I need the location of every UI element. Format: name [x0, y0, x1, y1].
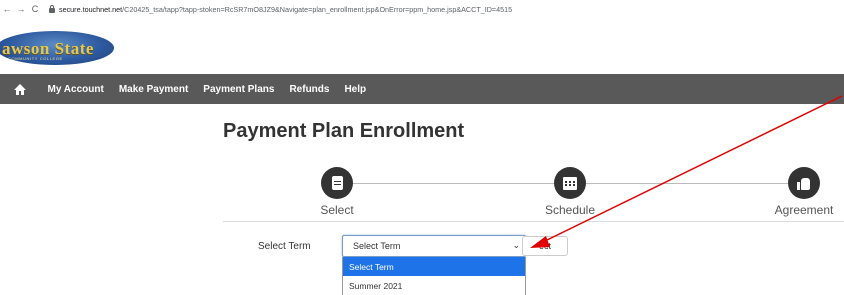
nav-my-account[interactable]: My Account	[40, 84, 111, 95]
thumbs-up-icon	[797, 177, 811, 190]
step-label: Schedule	[544, 203, 596, 217]
home-icon	[14, 83, 26, 95]
page-title: Payment Plan Enrollment	[223, 120, 465, 142]
step-schedule: Schedule	[520, 167, 620, 217]
calendar-icon	[563, 176, 577, 190]
term-select[interactable]: Select Term ⌄	[342, 235, 526, 257]
select-button-label: ect	[538, 241, 551, 251]
select-button[interactable]: ect	[522, 236, 568, 256]
nav-make-payment[interactable]: Make Payment	[111, 84, 195, 95]
section-divider	[223, 221, 844, 222]
logo-tagline: COMMUNITY COLLEGE	[8, 56, 63, 61]
url-path: /C20425_tsa/tapp?tapp-stoken=RcSR7mO8JZ9…	[122, 4, 513, 14]
nav-help[interactable]: Help	[337, 84, 374, 95]
college-logo[interactable]: awson State COMMUNITY COLLEGE	[0, 31, 114, 65]
step-agreement: Agreement	[754, 167, 844, 217]
term-dropdown-list: Select Term Summer 2021	[342, 257, 526, 295]
nav-refunds[interactable]: Refunds	[282, 84, 337, 95]
url-field[interactable]: secure.touchnet.net/C20425_tsa/tapp?tapp…	[59, 5, 512, 14]
dropdown-option[interactable]: Select Term	[343, 257, 525, 276]
dropdown-option[interactable]: Summer 2021	[343, 276, 525, 295]
step-label: Select	[320, 203, 354, 217]
document-icon	[331, 176, 343, 190]
lock-icon[interactable]	[48, 5, 56, 13]
reload-icon[interactable]: C	[28, 4, 42, 14]
term-select-value: Select Term	[353, 241, 401, 251]
url-host: secure.touchnet.net	[59, 4, 123, 14]
step-circle	[788, 167, 820, 199]
main-navbar: My Account Make Payment Payment Plans Re…	[0, 74, 844, 104]
step-circle	[321, 167, 353, 199]
forward-arrow-icon[interactable]: →	[14, 4, 28, 14]
chevron-down-icon: ⌄	[512, 240, 520, 250]
browser-address-bar: ← → C secure.touchnet.net/C20425_tsa/tap…	[0, 0, 844, 18]
term-label: Select Term	[258, 241, 311, 252]
step-circle	[554, 167, 586, 199]
home-button[interactable]	[0, 74, 40, 104]
header: awson State COMMUNITY COLLEGE	[0, 22, 844, 74]
nav-payment-plans[interactable]: Payment Plans	[196, 84, 282, 95]
back-arrow-icon[interactable]: ←	[0, 4, 14, 14]
step-label: Agreement	[774, 203, 834, 217]
step-select: Select	[287, 167, 387, 217]
